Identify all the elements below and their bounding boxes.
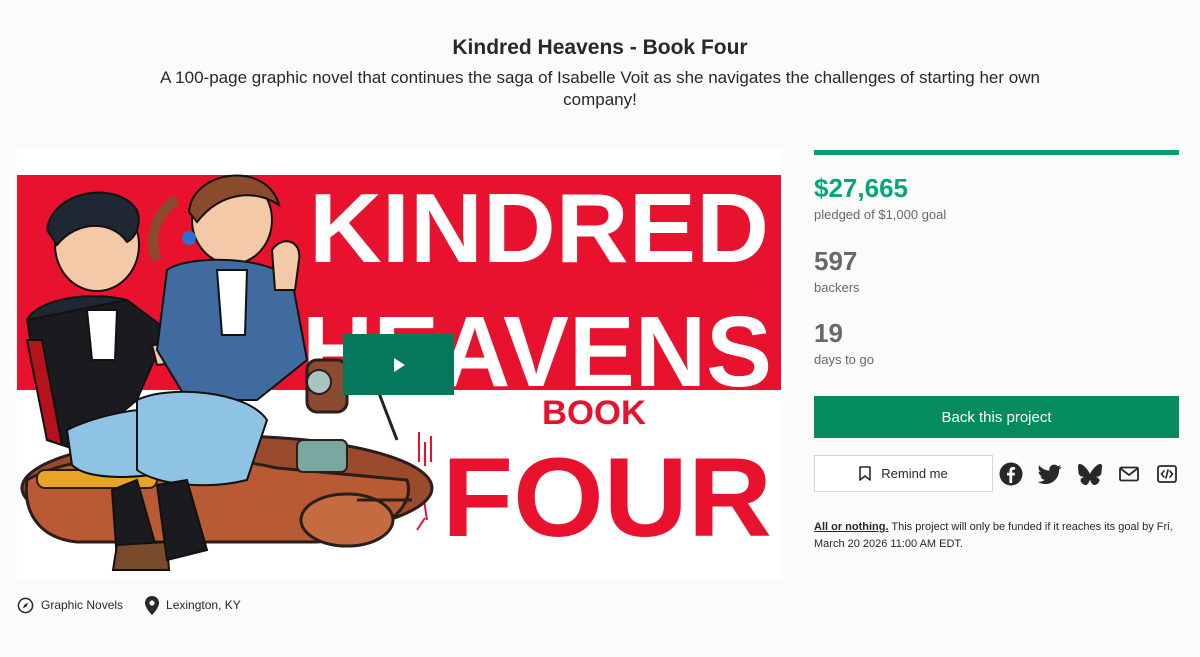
project-blurb: A 100-page graphic novel that continues …: [160, 68, 1040, 109]
funding-progress-bar: [814, 150, 1179, 155]
backers-count: 597: [814, 246, 858, 276]
days-label: days to go: [814, 352, 874, 367]
funding-progress-fill: [814, 150, 1179, 155]
bookmark-icon: [859, 466, 872, 481]
artwork-title-line1: KINDRED: [309, 173, 769, 283]
backers-label: backers: [814, 280, 860, 295]
project-meta: Graphic Novels Lexington, KY: [17, 595, 263, 615]
all-or-nothing-link[interactable]: All or nothing.: [814, 521, 889, 533]
pledged-amount: $27,665: [814, 173, 908, 203]
project-video[interactable]: KINDRED HEAVENS BOOK FOUR: [17, 150, 781, 578]
project-title: Kindred Heavens - Book Four: [452, 36, 748, 59]
compass-icon: [17, 597, 34, 613]
location-pin-icon: [145, 595, 160, 615]
remind-me-label: Remind me: [881, 466, 948, 481]
play-video-button[interactable]: [343, 334, 454, 395]
twitter-icon[interactable]: [1038, 462, 1062, 486]
email-icon[interactable]: [1117, 462, 1141, 486]
facebook-icon[interactable]: [999, 462, 1023, 486]
category-link[interactable]: Graphic Novels: [17, 597, 123, 614]
location-label: Lexington, KY: [166, 598, 241, 612]
funding-model-note: All or nothing. This project will only b…: [814, 519, 1184, 553]
days-remaining: 19: [814, 318, 843, 348]
back-project-button[interactable]: Back this project: [814, 396, 1179, 438]
play-icon: [393, 357, 405, 372]
category-label: Graphic Novels: [41, 598, 124, 612]
artwork-subtitle-line2: FOUR: [442, 435, 772, 560]
location-link[interactable]: Lexington, KY: [145, 595, 241, 615]
pledged-label: pledged of $1,000 goal: [814, 207, 947, 222]
remind-me-button[interactable]: Remind me: [814, 455, 993, 492]
bluesky-icon[interactable]: [1078, 462, 1102, 486]
embed-icon[interactable]: [1155, 462, 1179, 486]
artwork-subtitle-line1: BOOK: [542, 394, 646, 432]
